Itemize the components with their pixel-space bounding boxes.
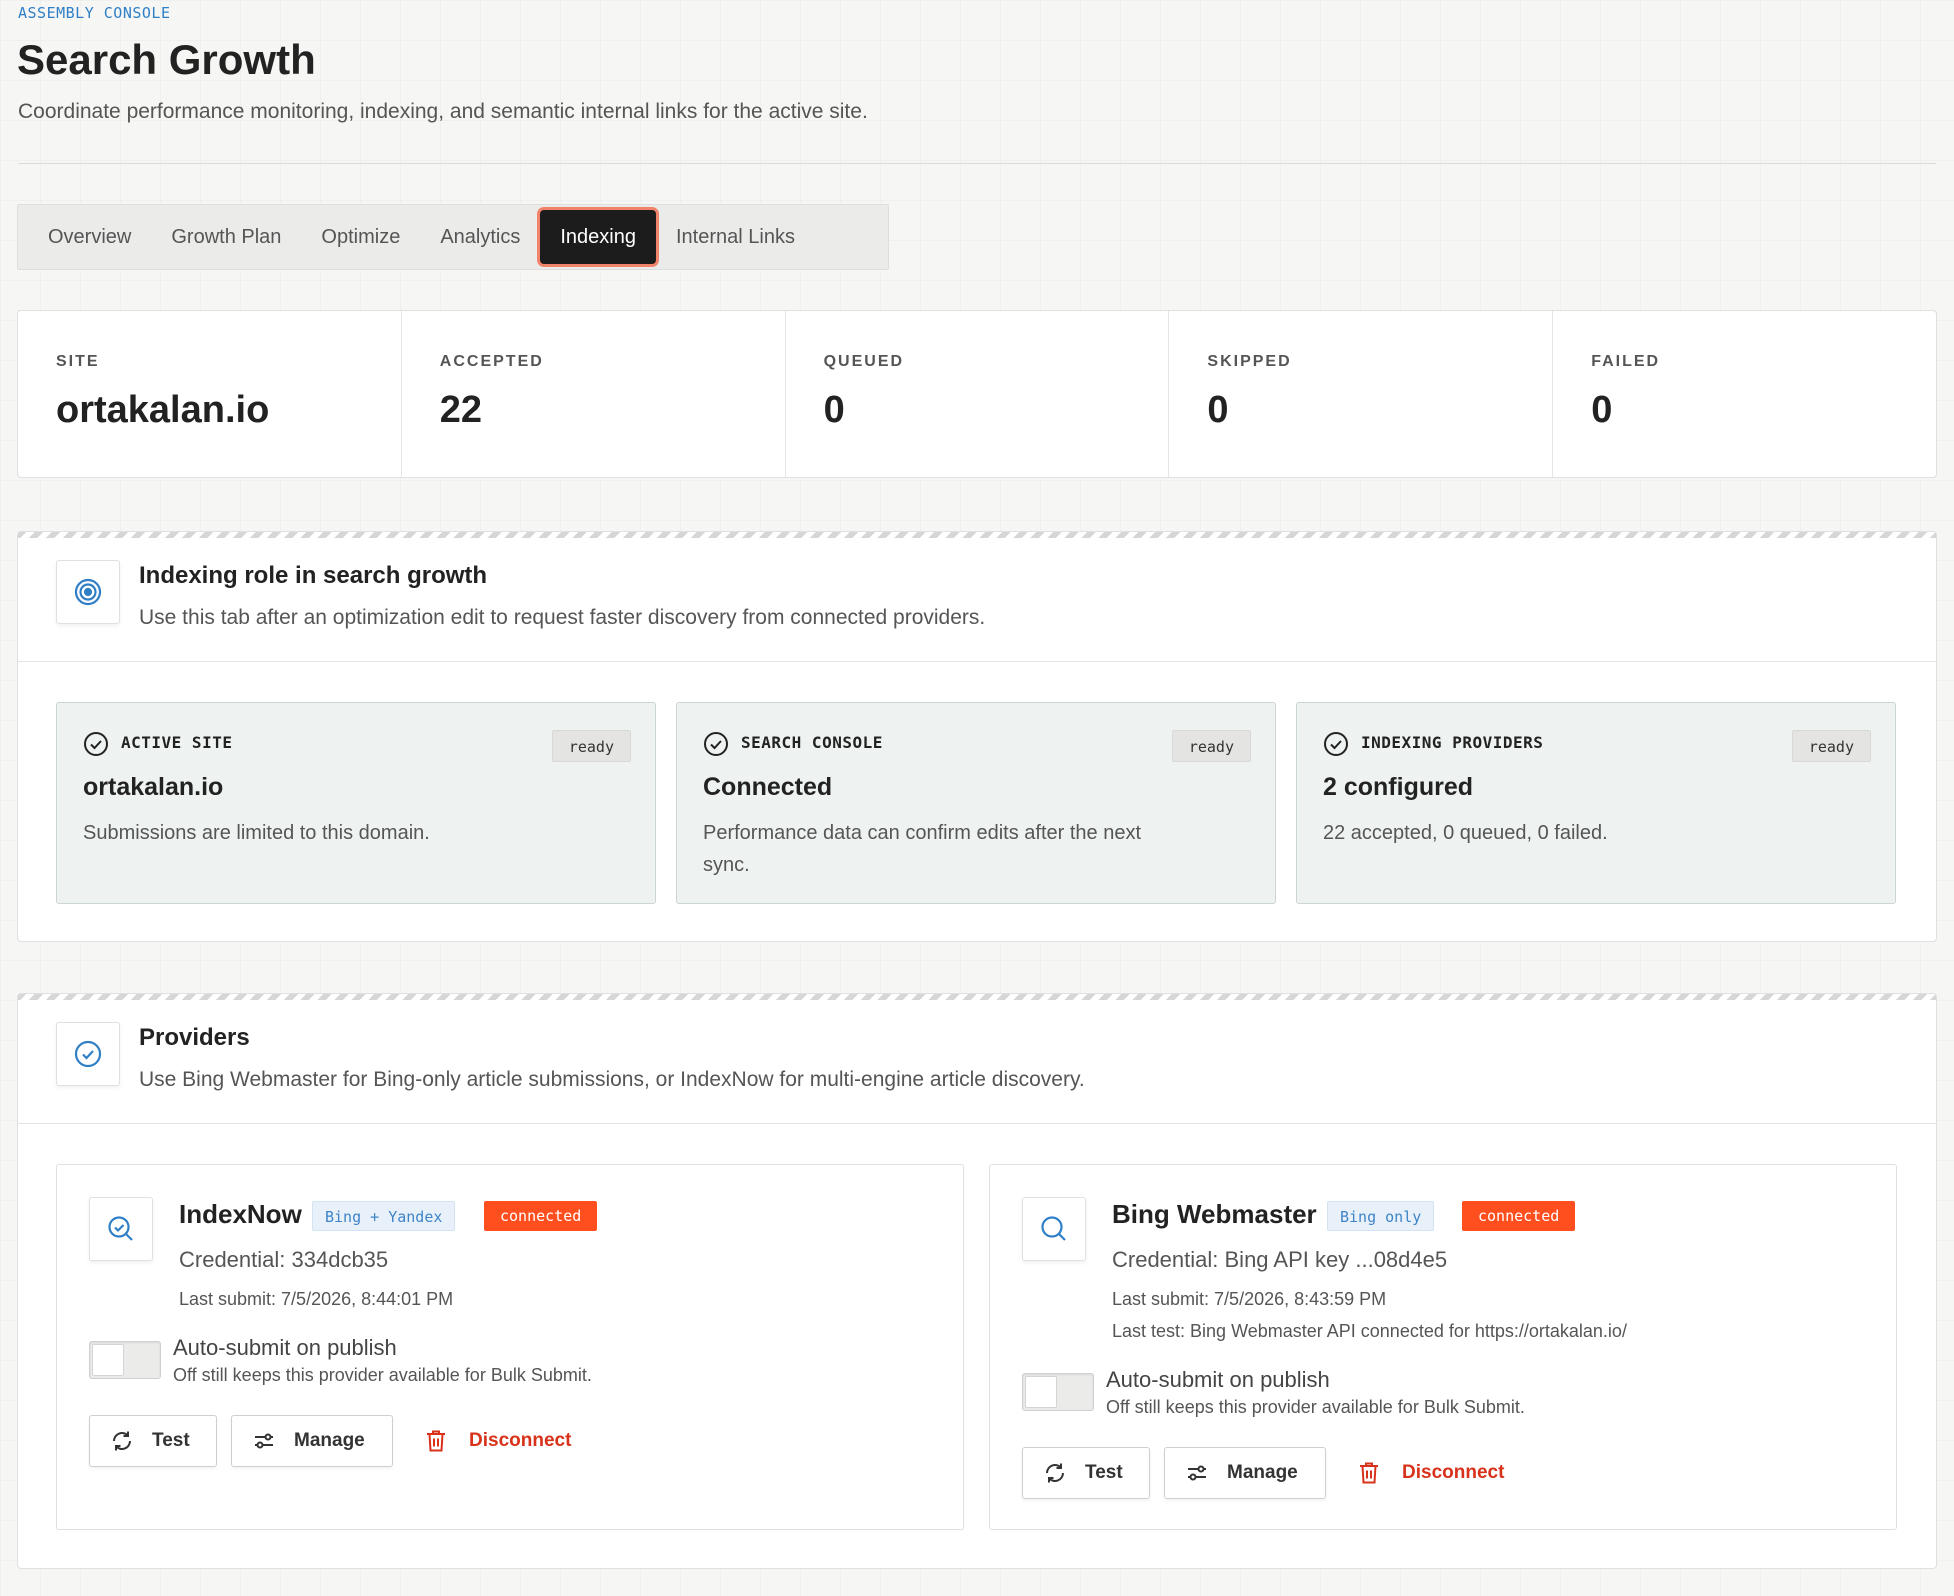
auto-submit-label: Auto-submit on publish — [1106, 1367, 1330, 1392]
stat-value: 0 — [1591, 389, 1613, 431]
provider-name: IndexNow — [179, 1199, 302, 1229]
header-divider — [18, 163, 1936, 164]
connection-status-badge: connected — [484, 1201, 598, 1231]
status-card-indexing-providers: INDEXING PROVIDERS ready 2 configured 22… — [1296, 702, 1896, 904]
provider-last-submit: Last submit: 7/5/2026, 8:43:59 PM — [1112, 1289, 1387, 1309]
status-card-label: ACTIVE SITE — [121, 733, 233, 752]
providers-panel: Providers Use Bing Webmaster for Bing-on… — [17, 993, 1937, 1569]
stat-label: QUEUED — [823, 353, 905, 370]
refresh-icon — [1046, 1463, 1064, 1483]
manage-button[interactable]: Manage — [231, 1415, 393, 1467]
status-card-value: ortakalan.io — [83, 773, 224, 801]
tab-indexing[interactable]: Indexing — [540, 210, 656, 264]
provider-name: Bing Webmaster — [1112, 1199, 1317, 1229]
provider-credential: Credential: 334dcb35 — [179, 1247, 389, 1272]
stat-label: ACCEPTED — [439, 353, 544, 370]
status-badge: ready — [1171, 730, 1251, 762]
refresh-icon — [113, 1431, 131, 1451]
tab-bar: Overview Growth Plan Optimize Analytics … — [17, 204, 889, 270]
stat-value: ortakalan.io — [56, 389, 270, 431]
disconnect-button[interactable]: Disconnect — [1358, 1447, 1504, 1499]
panel-title: Providers — [139, 1024, 250, 1051]
connection-status-badge: connected — [1462, 1201, 1576, 1231]
panel-header: Providers Use Bing Webmaster for Bing-on… — [18, 994, 1936, 1124]
disconnect-button-label: Disconnect — [469, 1430, 572, 1451]
page-subtitle: Coordinate performance monitoring, index… — [18, 100, 868, 123]
sliders-icon — [1188, 1465, 1206, 1481]
toggle-knob — [1025, 1376, 1057, 1408]
status-badge: ready — [1791, 730, 1871, 762]
manage-button-label: Manage — [1227, 1462, 1298, 1483]
status-card-description: Performance data can confirm edits after… — [703, 822, 1141, 876]
provider-tag: Bing only — [1327, 1201, 1435, 1231]
manage-button[interactable]: Manage — [1164, 1447, 1326, 1499]
panel-title: Indexing role in search growth — [139, 562, 488, 589]
stat-label: SITE — [56, 353, 100, 370]
check-circle-icon — [1323, 731, 1349, 762]
check-circle-icon — [83, 731, 109, 762]
search-check-icon — [89, 1197, 153, 1261]
auto-submit-hint: Off still keeps this provider available … — [1106, 1397, 1525, 1417]
provider-card-bing-webmaster: Bing Webmaster Bing only connected Crede… — [989, 1164, 1897, 1530]
stat-failed: FAILED 0 — [1553, 311, 1936, 477]
test-button-label: Test — [152, 1430, 190, 1451]
auto-submit-label: Auto-submit on publish — [173, 1335, 397, 1360]
indexing-role-panel: Indexing role in search growth Use this … — [17, 531, 1937, 942]
stat-site: SITE ortakalan.io — [18, 311, 402, 477]
status-card-description: Submissions are limited to this domain. — [83, 822, 430, 844]
stat-queued: QUEUED 0 — [786, 311, 1170, 477]
trash-icon — [427, 1430, 445, 1452]
panel-header: Indexing role in search growth Use this … — [18, 532, 1936, 662]
stat-value: 22 — [439, 389, 483, 431]
stat-accepted: ACCEPTED 22 — [402, 311, 786, 477]
status-card-value: Connected — [703, 773, 833, 801]
disconnect-button-label: Disconnect — [1402, 1462, 1505, 1483]
tab-internal-links[interactable]: Internal Links — [656, 210, 815, 264]
stat-skipped: SKIPPED 0 — [1169, 311, 1554, 477]
tab-optimize[interactable]: Optimize — [301, 210, 420, 264]
trash-icon — [1360, 1462, 1378, 1484]
status-card-label: INDEXING PROVIDERS — [1361, 733, 1544, 752]
sliders-icon — [255, 1433, 273, 1449]
tab-growth-plan[interactable]: Growth Plan — [151, 210, 301, 264]
tab-analytics[interactable]: Analytics — [420, 210, 540, 264]
search-icon — [1022, 1197, 1086, 1261]
manage-button-label: Manage — [294, 1430, 365, 1451]
provider-last-test: Last test: Bing Webmaster API connected … — [1112, 1321, 1627, 1341]
status-card-search-console: SEARCH CONSOLE ready Connected Performan… — [676, 702, 1276, 904]
disconnect-button[interactable]: Disconnect — [425, 1415, 571, 1467]
check-circle-icon — [56, 1022, 120, 1086]
auto-submit-toggle[interactable] — [89, 1341, 161, 1379]
stat-value: 0 — [823, 389, 845, 431]
panel-description: Use Bing Webmaster for Bing-only article… — [139, 1068, 1085, 1091]
tab-overview[interactable]: Overview — [28, 210, 151, 264]
provider-tag: Bing + Yandex — [312, 1201, 456, 1231]
panel-description: Use this tab after an optimization edit … — [139, 606, 986, 629]
provider-credential: Credential: Bing API key ...08d4e5 — [1112, 1247, 1448, 1272]
test-button[interactable]: Test — [1022, 1447, 1150, 1499]
stat-label: SKIPPED — [1207, 353, 1292, 370]
auto-submit-hint: Off still keeps this provider available … — [173, 1365, 592, 1385]
test-button-label: Test — [1085, 1462, 1123, 1483]
status-card-description: 22 accepted, 0 queued, 0 failed. — [1323, 822, 1608, 844]
stat-label: FAILED — [1591, 353, 1661, 370]
status-card-active-site: ACTIVE SITE ready ortakalan.io Submissio… — [56, 702, 656, 904]
app-eyebrow: ASSEMBLY CONSOLE — [18, 4, 171, 22]
check-circle-icon — [703, 731, 729, 762]
toggle-knob — [92, 1344, 124, 1376]
target-icon — [56, 560, 120, 624]
provider-card-indexnow: IndexNow Bing + Yandex connected Credent… — [56, 1164, 964, 1530]
stats-strip: SITE ortakalan.io ACCEPTED 22 QUEUED 0 S… — [17, 310, 1937, 478]
provider-last-submit: Last submit: 7/5/2026, 8:44:01 PM — [179, 1289, 454, 1309]
auto-submit-toggle[interactable] — [1022, 1373, 1094, 1411]
status-card-label: SEARCH CONSOLE — [741, 733, 883, 752]
page-title: Search Growth — [17, 36, 316, 83]
status-badge: ready — [551, 730, 631, 762]
status-card-value: 2 configured — [1323, 773, 1474, 801]
test-button[interactable]: Test — [89, 1415, 217, 1467]
stat-value: 0 — [1207, 389, 1229, 431]
search-growth-page: ASSEMBLY CONSOLE Search Growth Coordinat… — [0, 0, 1954, 1596]
